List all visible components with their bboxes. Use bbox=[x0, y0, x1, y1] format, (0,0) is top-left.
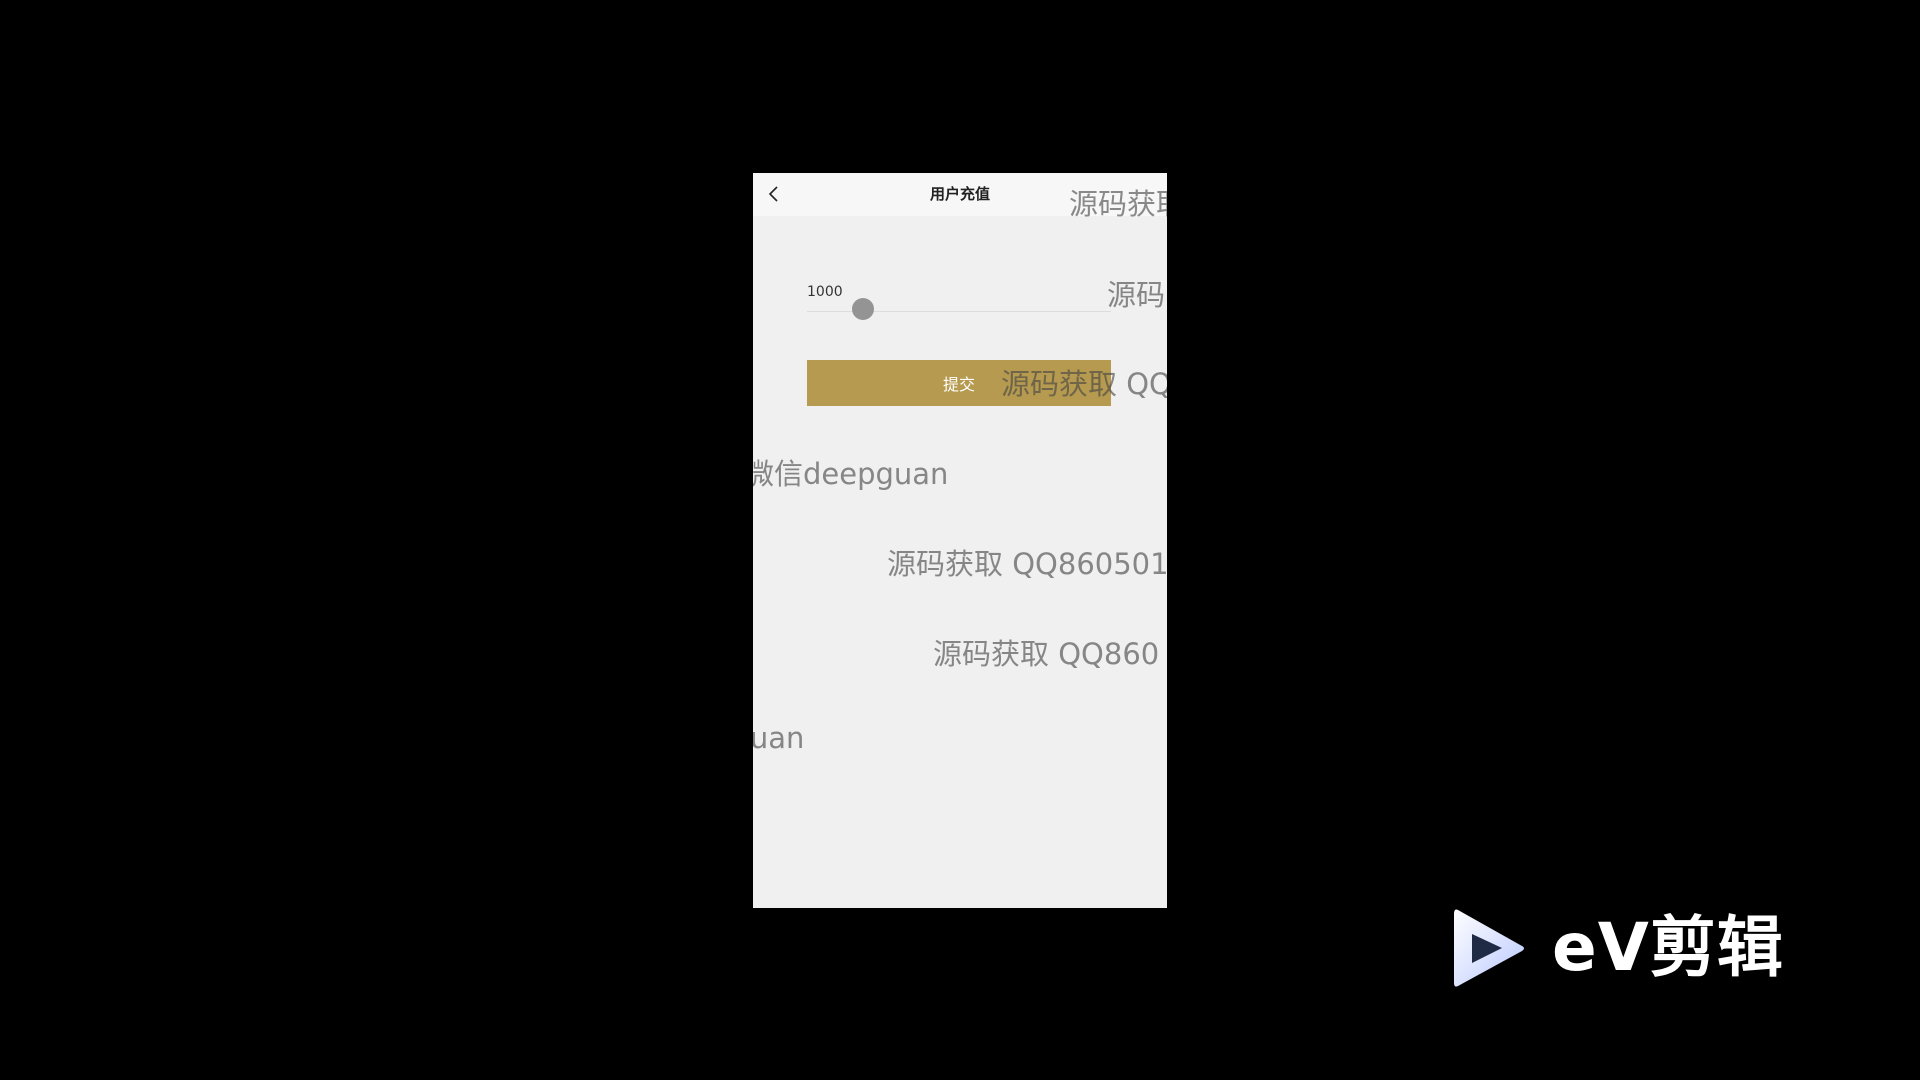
video-frame: 用户充值 提交 源码获取 源码 源码获取 QQ 微信deepguan 源码获取 … bbox=[0, 0, 1920, 1080]
top-nav-bar: 用户充值 bbox=[753, 173, 1167, 216]
watermark-text: 源码 bbox=[1107, 278, 1166, 312]
submit-button[interactable]: 提交 bbox=[807, 360, 1111, 406]
play-triangle-logo-icon bbox=[1454, 909, 1524, 987]
watermark-text: 微信deepguan bbox=[753, 457, 949, 491]
watermark-text: pguan bbox=[753, 721, 805, 755]
watermark-text: 源码获取 QQ860501 bbox=[887, 547, 1167, 581]
ev-logo-text: eV剪辑 bbox=[1552, 909, 1784, 986]
ev-editor-logo: eV剪辑 bbox=[1452, 906, 1812, 996]
pointer-cursor-indicator bbox=[852, 298, 874, 320]
page-title: 用户充值 bbox=[929, 185, 990, 203]
watermark-text: 源码获取 QQ860 bbox=[933, 637, 1160, 671]
mobile-screen: 用户充值 提交 源码获取 源码 源码获取 QQ 微信deepguan 源码获取 … bbox=[753, 173, 1167, 908]
